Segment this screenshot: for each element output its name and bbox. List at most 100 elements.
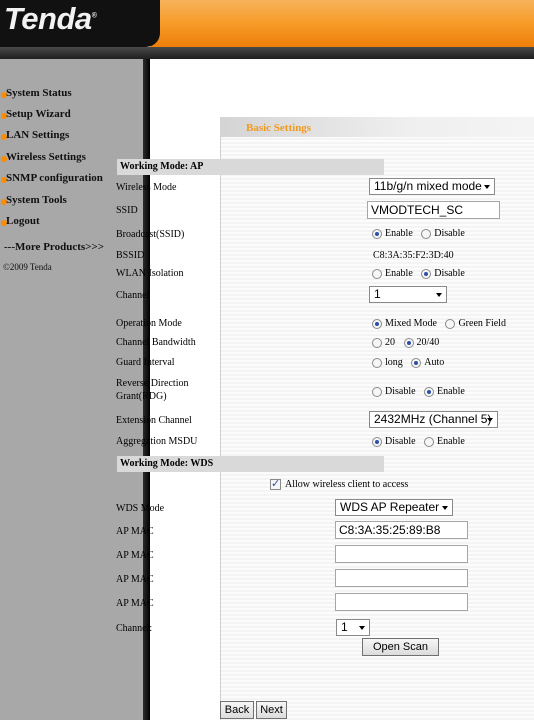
tenda-logo: Tenda® [0,0,160,47]
extension-channel-label: Extension Channel [116,415,192,426]
rdg-enable-radio[interactable] [424,386,435,397]
ssid-input[interactable]: VMODTECH_SC [367,201,500,219]
ap-mac-input-4[interactable] [335,593,468,611]
header-banner [150,0,534,47]
guard-interval-label: Guard Interval [116,357,175,368]
operation-mode-label: Operation Mode [116,318,182,329]
ssid-label: SSID [116,205,138,216]
radio-label: Auto [424,357,445,369]
radio-label: Green Field [458,318,506,330]
back-button[interactable]: Back [220,701,254,719]
rdg-disable-radio[interactable] [372,386,382,397]
chevron-down-icon [484,185,490,189]
extension-channel-select[interactable]: 2432MHz (Channel 5) [369,411,498,428]
wds-heading-text: Working Mode: WDS [120,458,214,469]
channel-value: 1 [374,287,381,301]
radio-label: Enable [437,436,465,448]
wireless-mode-value: 11b/g/n mixed mode [374,179,482,193]
section-title-bar: Basic Settings [220,117,534,137]
ap-mac-label-1: AP MAC [116,526,154,537]
rdg-label-line2: Grant(RDG) [116,391,167,402]
section-title: Basic Settings [246,122,312,134]
allow-wireless-label: Allow wireless client to access [285,479,409,491]
channel-bandwidth-radio-group: 20 20/40 [372,337,445,348]
broadcast-disable-radio[interactable] [421,228,432,239]
guard-auto-radio[interactable] [411,357,422,368]
radio-label: long [385,357,403,369]
more-products-link[interactable]: ---More Products>>> [4,241,104,253]
broadcast-enable-radio[interactable] [372,228,382,239]
radio-label: Enable [385,268,413,280]
radio-label: Disable [434,228,465,240]
extension-channel-value: 2432MHz (Channel 5) [374,412,492,426]
radio-label: Mixed Mode [385,318,437,330]
channel-select[interactable]: 1 [369,286,447,303]
broadcast-ssid-label: Broadcast(SSID) [116,229,185,240]
chevron-down-icon [442,506,448,510]
header-divider [0,47,534,59]
radio-label: Enable [437,386,465,398]
rdg-radio-group: Disable Enable [372,386,471,397]
radio-label: Enable [385,228,413,240]
bandwidth-20-40-radio[interactable] [403,337,414,348]
radio-label: 20/40 [416,337,440,349]
header: Tenda® [0,0,534,47]
sidebar-item-label: System Status [6,87,72,99]
rdg-label-line1: Reverse Direction [116,378,189,389]
sidebar-item-label: SNMP configuration [6,172,103,184]
ap-mac-label-2: AP MAC [116,550,154,561]
sidebar-item-label: LAN Settings [6,129,70,141]
wds-channel-label: Channel: [116,623,153,634]
mixed-mode-radio[interactable] [372,318,382,329]
broadcast-ssid-radio-group: Enable Disable [372,228,471,239]
wlan-isolation-disable-radio[interactable] [421,268,432,279]
aggregation-msdu-label: Aggregation MSDU [116,436,198,447]
wireless-mode-label: Wireless Mode [116,182,177,193]
aggregation-msdu-radio-group: Disable Enable [372,436,471,447]
wireless-mode-select[interactable]: 11b/g/n mixed mode [369,178,495,195]
guard-interval-radio-group: long Auto [372,357,450,368]
wlan-isolation-enable-radio[interactable] [372,268,382,279]
wds-mode-label: WDS Mode [116,503,165,514]
wds-channel-select[interactable]: 1 [336,619,370,636]
open-scan-button[interactable]: Open Scan [362,638,439,656]
bssid-value: C8:3A:35:F2:3D:40 [373,250,454,261]
wds-section-heading: Working Mode: WDS [117,456,384,472]
sidebar-item-label: Logout [6,215,40,227]
ap-section-heading: Working Mode: AP [117,159,384,175]
wds-mode-value: WDS AP Repeater [340,500,440,514]
ap-mac-input-1[interactable]: C8:3A:35:25:89:B8 [335,521,468,539]
channel-bandwidth-label: Channel Bandwidth [116,337,196,348]
allow-wireless-row: Allow wireless client to access [270,477,414,491]
rdg-label: Reverse Direction Grant(RDG) [116,377,188,403]
msdu-disable-radio[interactable] [372,436,382,447]
wds-mode-select[interactable]: WDS AP Repeater [335,499,453,516]
wlan-isolation-label: WLAN Isolation [116,268,184,279]
guard-long-radio[interactable] [372,357,382,368]
chevron-down-icon [359,626,365,630]
radio-label: Disable [385,386,416,398]
chevron-down-icon [436,293,442,297]
ap-mac-input-2[interactable] [335,545,468,563]
radio-label: Disable [385,436,416,448]
wds-channel-value: 1 [341,620,348,634]
chevron-down-icon [487,418,493,422]
channel-label: Channel [116,290,150,301]
ap-mac-label-4: AP MAC [116,598,154,609]
sidebar-item-label: System Tools [6,194,67,206]
wlan-isolation-radio-group: Enable Disable [372,268,471,279]
ap-mac-input-3[interactable] [335,569,468,587]
bssid-label: BSSID [116,250,145,261]
allow-wireless-checkbox[interactable] [270,477,281,491]
ap-mac-label-3: AP MAC [116,574,154,585]
sidebar-item-label: Wireless Settings [6,151,86,163]
green-field-radio[interactable] [445,318,456,329]
next-button[interactable]: Next [256,701,287,719]
radio-label: Disable [434,268,465,280]
msdu-enable-radio[interactable] [424,436,435,447]
operation-mode-radio-group: Mixed Mode Green Field [372,318,512,329]
registered-mark: ® [91,12,97,20]
bandwidth-20-radio[interactable] [372,337,382,348]
radio-label: 20 [385,337,395,349]
copyright-text: ©2009 Tenda [3,262,52,272]
